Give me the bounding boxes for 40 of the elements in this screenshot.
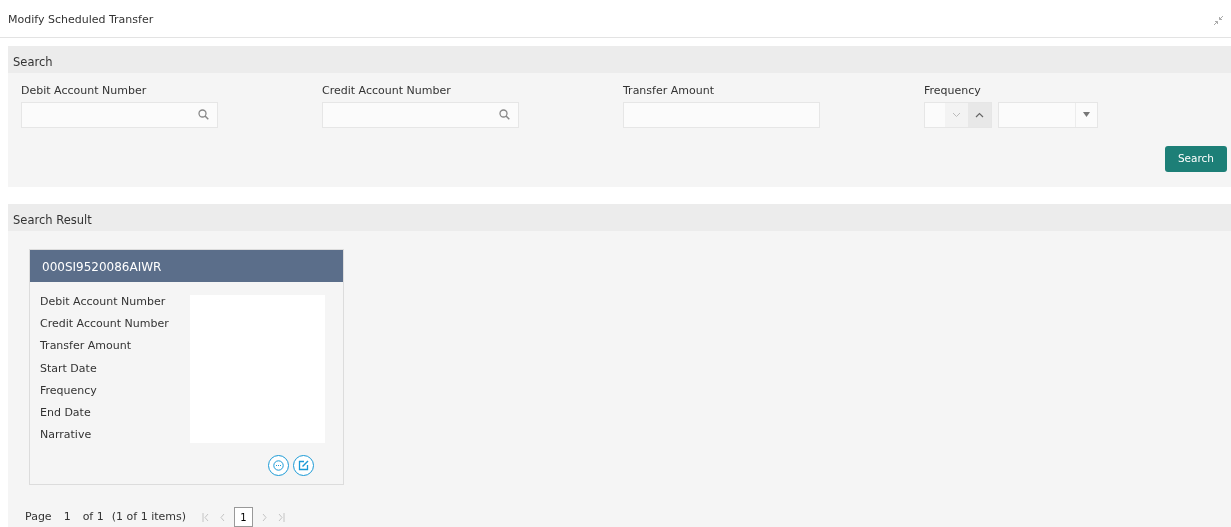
- search-button[interactable]: Search: [1165, 145, 1227, 172]
- field-label: Frequency: [924, 83, 982, 99]
- field-label: Frequency: [40, 382, 98, 399]
- search-icon[interactable]: [198, 109, 209, 120]
- caret-icon: [1083, 112, 1090, 117]
- more-icon: [273, 460, 284, 472]
- panel-title: Search Result: [8, 204, 1231, 231]
- increment-button[interactable]: [968, 102, 991, 127]
- field-label: Credit Account Number: [322, 83, 452, 99]
- edit-button[interactable]: [293, 455, 314, 477]
- edit-icon: [298, 460, 309, 472]
- decrement-button[interactable]: [945, 102, 968, 127]
- item-count: (1 of 1 items): [111, 509, 187, 526]
- input-field[interactable]: [322, 101, 519, 128]
- field-label: Debit Account Number: [40, 294, 167, 310]
- chevron-down-icon: [952, 111, 961, 118]
- previous-page-icon[interactable]: [218, 512, 226, 522]
- dropdown[interactable]: [998, 101, 1098, 128]
- page-number: 1: [62, 509, 72, 526]
- field-label: Transfer Amount: [623, 83, 715, 99]
- page-button[interactable]: 1: [234, 507, 253, 527]
- field-label: Credit Account Number: [40, 316, 169, 333]
- card-title: 000SI9520086AIWR: [30, 250, 343, 282]
- first-page-icon[interactable]: [202, 512, 210, 522]
- number-field[interactable]: [924, 101, 992, 128]
- search-icon[interactable]: [499, 109, 510, 120]
- page-title: Modify Scheduled Transfer: [8, 12, 154, 28]
- field-label: End Date: [40, 404, 92, 421]
- field-label: Debit Account Number: [21, 83, 148, 99]
- page-count: of 1: [82, 509, 104, 526]
- field-label: Start Date: [40, 360, 98, 377]
- panel-title: Search: [8, 46, 1231, 73]
- field-label: Narrative: [40, 427, 93, 444]
- page-label: Page: [25, 509, 52, 526]
- input-field[interactable]: [21, 101, 218, 128]
- more-button[interactable]: [268, 455, 289, 477]
- field-label: Transfer Amount: [40, 338, 132, 355]
- last-page-icon[interactable]: [277, 512, 285, 522]
- chevron-up-icon: [975, 111, 984, 118]
- next-page-icon[interactable]: [261, 512, 269, 522]
